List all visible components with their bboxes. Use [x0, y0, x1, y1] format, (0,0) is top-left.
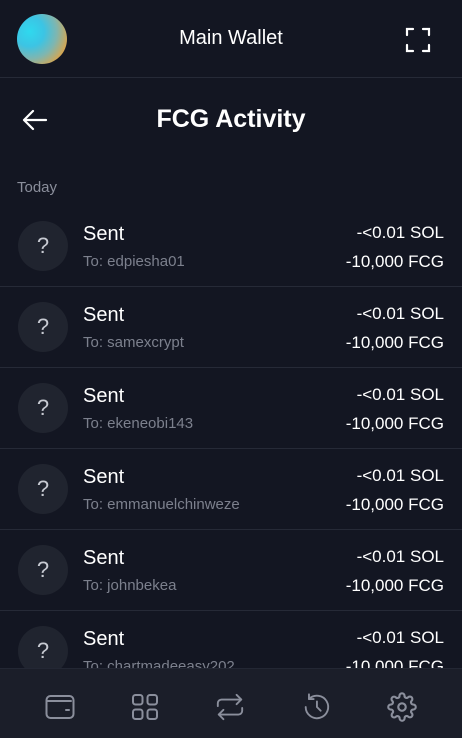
activity-item[interactable]: ? Sent To: emmanuelchinweze -<0.01 SOL -… — [0, 449, 462, 530]
activity-fcg-amount: -10,000 FCG — [345, 414, 444, 433]
activity-recipient: To: edpiesha01 — [83, 253, 185, 270]
activity-type: Sent — [83, 223, 125, 245]
activity-fcg-amount: -10,000 FCG — [345, 657, 444, 668]
grid-icon — [132, 694, 158, 720]
activity-list[interactable]: ? Sent To: edpiesha01 -<0.01 SOL -10,000… — [0, 206, 462, 668]
unknown-token-icon: ? — [18, 221, 68, 271]
activity-recipient: To: chartmadeeasy202 — [83, 658, 235, 668]
unknown-token-icon: ? — [18, 626, 68, 668]
activity-item[interactable]: ? Sent To: ekeneobi143 -<0.01 SOL -10,00… — [0, 368, 462, 449]
nav-wallet-button[interactable] — [45, 692, 75, 722]
wallet-icon — [45, 695, 75, 719]
unknown-token-icon: ? — [18, 545, 68, 595]
bottom-nav — [0, 668, 462, 738]
top-header: Main Wallet — [0, 0, 462, 78]
activity-sol-amount: -<0.01 SOL — [356, 223, 444, 242]
section-label-today: Today — [17, 179, 58, 196]
swap-icon — [216, 693, 244, 721]
activity-item[interactable]: ? Sent To: johnbekea -<0.01 SOL -10,000 … — [0, 530, 462, 611]
gear-icon — [387, 692, 417, 722]
activity-sol-amount: -<0.01 SOL — [356, 628, 444, 647]
activity-sol-amount: -<0.01 SOL — [356, 466, 444, 485]
history-icon — [304, 693, 330, 720]
activity-fcg-amount: -10,000 FCG — [345, 495, 444, 514]
activity-recipient: To: samexcrypt — [83, 334, 184, 351]
activity-fcg-amount: -10,000 FCG — [345, 252, 444, 271]
nav-swap-button[interactable] — [215, 692, 245, 722]
activity-item[interactable]: ? Sent To: chartmadeeasy202 -<0.01 SOL -… — [0, 611, 462, 668]
activity-type: Sent — [83, 628, 125, 650]
activity-type: Sent — [83, 304, 125, 326]
activity-recipient: To: ekeneobi143 — [83, 415, 194, 432]
activity-sol-amount: -<0.01 SOL — [356, 304, 444, 323]
page-title: FCG Activity — [156, 105, 306, 133]
nav-apps-button[interactable] — [130, 692, 160, 722]
unknown-token-icon: ? — [18, 302, 68, 352]
sub-header: FCG Activity — [0, 79, 462, 161]
expand-icon[interactable] — [405, 27, 431, 53]
activity-item[interactable]: ? Sent To: samexcrypt -<0.01 SOL -10,000… — [0, 287, 462, 368]
unknown-token-icon: ? — [18, 464, 68, 514]
activity-type: Sent — [83, 547, 125, 569]
activity-type: Sent — [83, 466, 125, 488]
activity-recipient: To: johnbekea — [83, 577, 177, 594]
activity-fcg-amount: -10,000 FCG — [345, 576, 444, 595]
activity-sol-amount: -<0.01 SOL — [356, 385, 444, 404]
nav-history-button[interactable] — [301, 692, 331, 722]
activity-recipient: To: emmanuelchinweze — [83, 496, 240, 513]
wallet-name[interactable]: Main Wallet — [0, 27, 462, 50]
activity-item[interactable]: ? Sent To: edpiesha01 -<0.01 SOL -10,000… — [0, 206, 462, 287]
activity-sol-amount: -<0.01 SOL — [356, 547, 444, 566]
activity-fcg-amount: -10,000 FCG — [345, 333, 444, 352]
unknown-token-icon: ? — [18, 383, 68, 433]
nav-settings-button[interactable] — [387, 692, 417, 722]
wallet-app: Main Wallet FCG Activity Today ? Sent To… — [0, 0, 462, 738]
activity-type: Sent — [83, 385, 125, 407]
